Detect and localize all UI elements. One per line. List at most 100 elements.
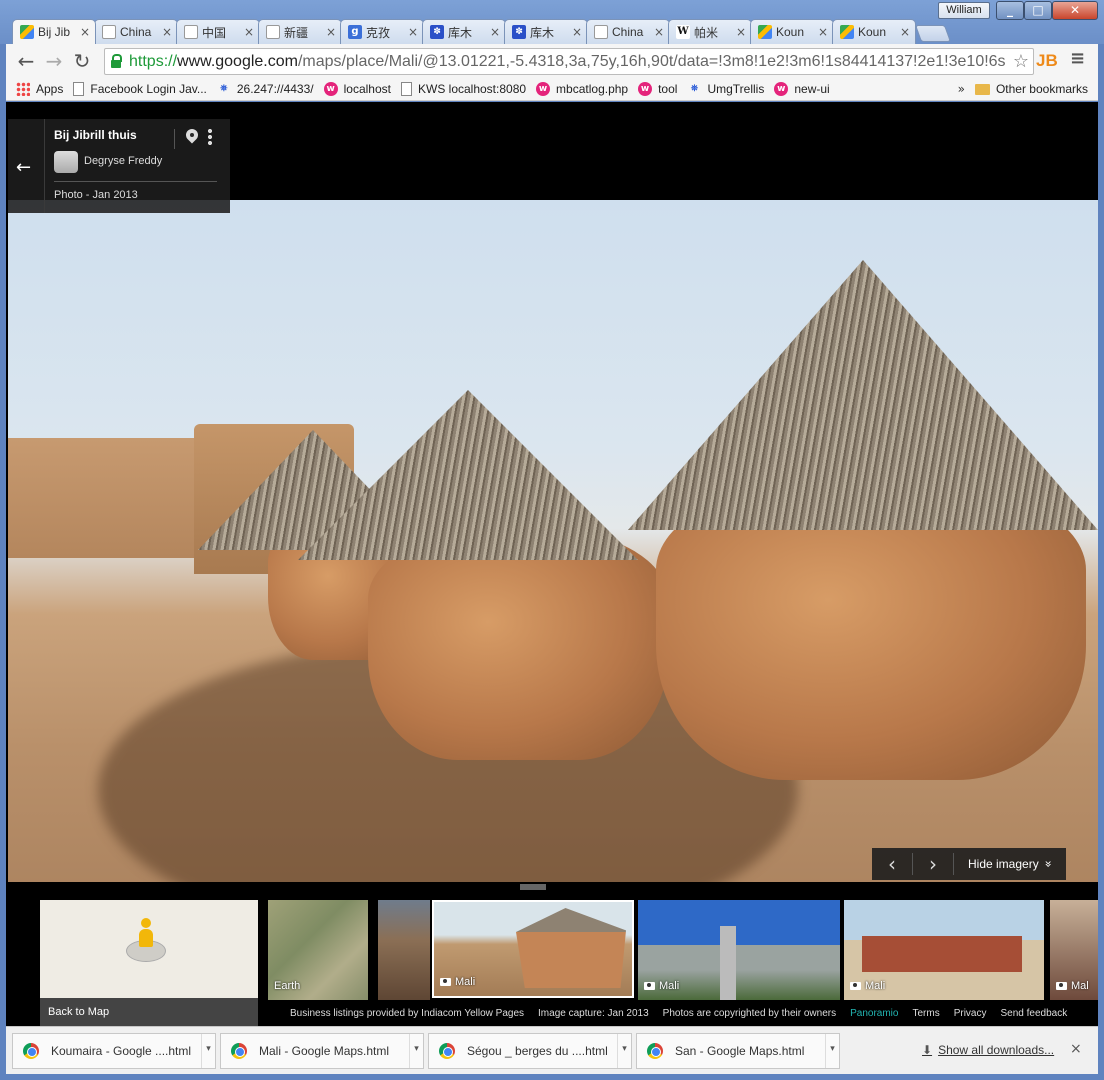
tab-close-icon[interactable]: × xyxy=(653,25,665,39)
map-pin-icon[interactable] xyxy=(186,129,198,145)
privacy-link[interactable]: Privacy xyxy=(954,1008,987,1019)
minimize-icon[interactable]: _ xyxy=(996,1,1024,20)
back-to-map-card[interactable]: Back to Map xyxy=(40,900,258,1026)
image-capture-date: Image capture: Jan 2013 xyxy=(538,1008,649,1019)
close-icon[interactable]: ✕ xyxy=(1052,1,1098,20)
download-item[interactable]: Koumaira - Google ....html ▾ xyxy=(12,1033,216,1069)
tab-xinjiang[interactable]: 新疆 × xyxy=(258,19,342,44)
tab-title: Koun xyxy=(776,25,805,39)
tab-kumu-1[interactable]: ✽ 库木 × xyxy=(422,19,506,44)
back-arrow-icon[interactable]: ← xyxy=(16,157,31,178)
address-bar[interactable]: https://www.google.com/maps/place/Mali/@… xyxy=(104,48,1034,75)
bookmark-mbcatlog[interactable]: w mbcatlog.php xyxy=(536,82,628,96)
tab-title: 新疆 xyxy=(284,25,309,40)
document-icon xyxy=(266,25,280,39)
tab-close-icon[interactable]: × xyxy=(571,25,583,39)
thumbnail-earth[interactable]: Earth xyxy=(268,900,368,1000)
forward-arrow-icon[interactable]: → xyxy=(42,49,66,73)
back-arrow-icon[interactable]: ← xyxy=(14,49,38,73)
download-item[interactable]: Ségou _ berges du ....html ▾ xyxy=(428,1033,632,1069)
google-search-icon: g xyxy=(348,25,362,39)
tab-close-icon[interactable]: × xyxy=(817,25,829,39)
thumbnail-photo-selected[interactable]: Mali xyxy=(432,900,634,998)
download-menu-chevron-icon[interactable]: ▾ xyxy=(617,1034,631,1068)
google-maps-icon xyxy=(840,25,854,39)
photo-date: Photo - Jan 2013 xyxy=(54,189,138,201)
folder-icon xyxy=(974,83,990,95)
tab-bij-jibrill[interactable]: Bij Jib × xyxy=(12,19,96,44)
avatar[interactable] xyxy=(54,151,78,173)
tab-kezi[interactable]: g 克孜 × xyxy=(340,19,424,44)
collapse-chevron-icon[interactable]: » xyxy=(1041,860,1055,867)
bookmark-ip-address[interactable]: ⛯ 26.247://4433/ xyxy=(217,82,313,96)
panoramio-logo[interactable]: Panoramio xyxy=(850,1008,898,1019)
other-bookmarks-folder[interactable]: Other bookmarks xyxy=(974,82,1088,96)
tab-close-icon[interactable]: × xyxy=(161,25,173,39)
pegman-icon xyxy=(138,918,154,948)
download-item[interactable]: San - Google Maps.html ▾ xyxy=(636,1033,840,1069)
close-downloads-icon[interactable]: × xyxy=(1070,1041,1082,1057)
place-title[interactable]: Bij Jibrill thuis xyxy=(54,128,137,142)
tab-kumu-2[interactable]: ✽ 库木 × xyxy=(504,19,588,44)
tab-pami[interactable]: W 帕米 × xyxy=(668,19,752,44)
tab-close-icon[interactable]: × xyxy=(899,25,911,39)
photo-info-card: ← Bij Jibrill thuis Degryse Freddy Photo… xyxy=(8,119,230,213)
tab-zhongguo[interactable]: 中国 × xyxy=(176,19,260,44)
tab-title: 库木 xyxy=(530,25,555,40)
tab-close-icon[interactable]: × xyxy=(489,25,501,39)
browser-window: William _ □ ✕ Bij Jib × China × 中国 × 新疆 xyxy=(0,0,1104,1080)
bookmark-umgtrellis[interactable]: ⛯ UmgTrellis xyxy=(687,82,765,96)
thumbnail-label: Mali xyxy=(644,980,679,992)
jetbrains-extension-icon[interactable]: JB xyxy=(1036,51,1058,71)
bookmark-star-icon[interactable]: ☆ xyxy=(1013,51,1029,72)
terms-link[interactable]: Terms xyxy=(912,1008,939,1019)
author-name[interactable]: Degryse Freddy xyxy=(84,155,162,167)
show-all-downloads-link[interactable]: ⬇ Show all downloads... xyxy=(922,1043,1054,1057)
pink-w-icon: w xyxy=(536,82,551,96)
reload-icon[interactable]: ↻ xyxy=(70,49,94,73)
tab-close-icon[interactable]: × xyxy=(325,25,337,39)
bookmark-facebook-login[interactable]: Facebook Login Jav... xyxy=(73,82,207,96)
url-text: https://www.google.com/maps/place/Mali/@… xyxy=(129,52,1006,70)
bookmarks-overflow-chevron[interactable]: » xyxy=(958,82,965,96)
thumbnail-photo[interactable] xyxy=(378,900,430,1000)
send-feedback-link[interactable]: Send feedback xyxy=(1001,1008,1068,1019)
bookmark-localhost[interactable]: w localhost xyxy=(323,82,391,96)
thumbnail-photo[interactable]: Mal xyxy=(1050,900,1098,1000)
download-filename: Koumaira - Google ....html xyxy=(51,1044,192,1058)
tab-close-icon[interactable]: × xyxy=(243,25,255,39)
bookmark-tool[interactable]: w tool xyxy=(638,82,677,96)
filmstrip-handle[interactable] xyxy=(520,884,546,890)
tab-close-icon[interactable]: × xyxy=(735,25,747,39)
download-item[interactable]: Mali - Google Maps.html ▾ xyxy=(220,1033,424,1069)
tab-koumaira-1[interactable]: Koun × xyxy=(750,19,834,44)
wikipedia-icon: W xyxy=(676,25,690,39)
tab-china-2[interactable]: China × xyxy=(586,19,670,44)
profile-button[interactable]: William xyxy=(938,2,990,19)
next-photo-chevron-icon[interactable]: › xyxy=(913,852,953,876)
thumbnail-photo[interactable]: Mali xyxy=(638,900,840,1000)
download-menu-chevron-icon[interactable]: ▾ xyxy=(825,1034,839,1068)
bookmark-kws-localhost[interactable]: KWS localhost:8080 xyxy=(400,82,526,96)
tab-china[interactable]: China × xyxy=(94,19,178,44)
new-tab-button[interactable] xyxy=(914,25,952,42)
bookmark-new-ui[interactable]: w new-ui xyxy=(774,82,830,96)
pink-w-icon: w xyxy=(323,82,338,96)
thumbnail-photo[interactable]: Mali xyxy=(844,900,1044,1000)
tab-title: China xyxy=(120,25,152,39)
bookmark-apps[interactable]: Apps xyxy=(16,82,63,96)
maximize-icon[interactable]: □ xyxy=(1024,1,1052,20)
hide-imagery-button[interactable]: Hide imagery xyxy=(968,857,1039,871)
divider xyxy=(54,181,217,182)
previous-photo-chevron-icon[interactable]: ‹ xyxy=(872,852,912,876)
download-menu-chevron-icon[interactable]: ▾ xyxy=(409,1034,423,1068)
divider xyxy=(953,853,954,875)
more-vert-icon[interactable] xyxy=(208,128,212,146)
tab-close-icon[interactable]: × xyxy=(407,25,419,39)
download-menu-chevron-icon[interactable]: ▾ xyxy=(201,1034,215,1068)
tab-title: 帕米 xyxy=(694,25,719,40)
tab-koumaira-2[interactable]: Koun × xyxy=(832,19,916,44)
chrome-menu-icon[interactable]: ≡ xyxy=(1070,48,1085,69)
tab-close-icon[interactable]: × xyxy=(79,25,91,39)
tab-title: China xyxy=(612,25,644,39)
